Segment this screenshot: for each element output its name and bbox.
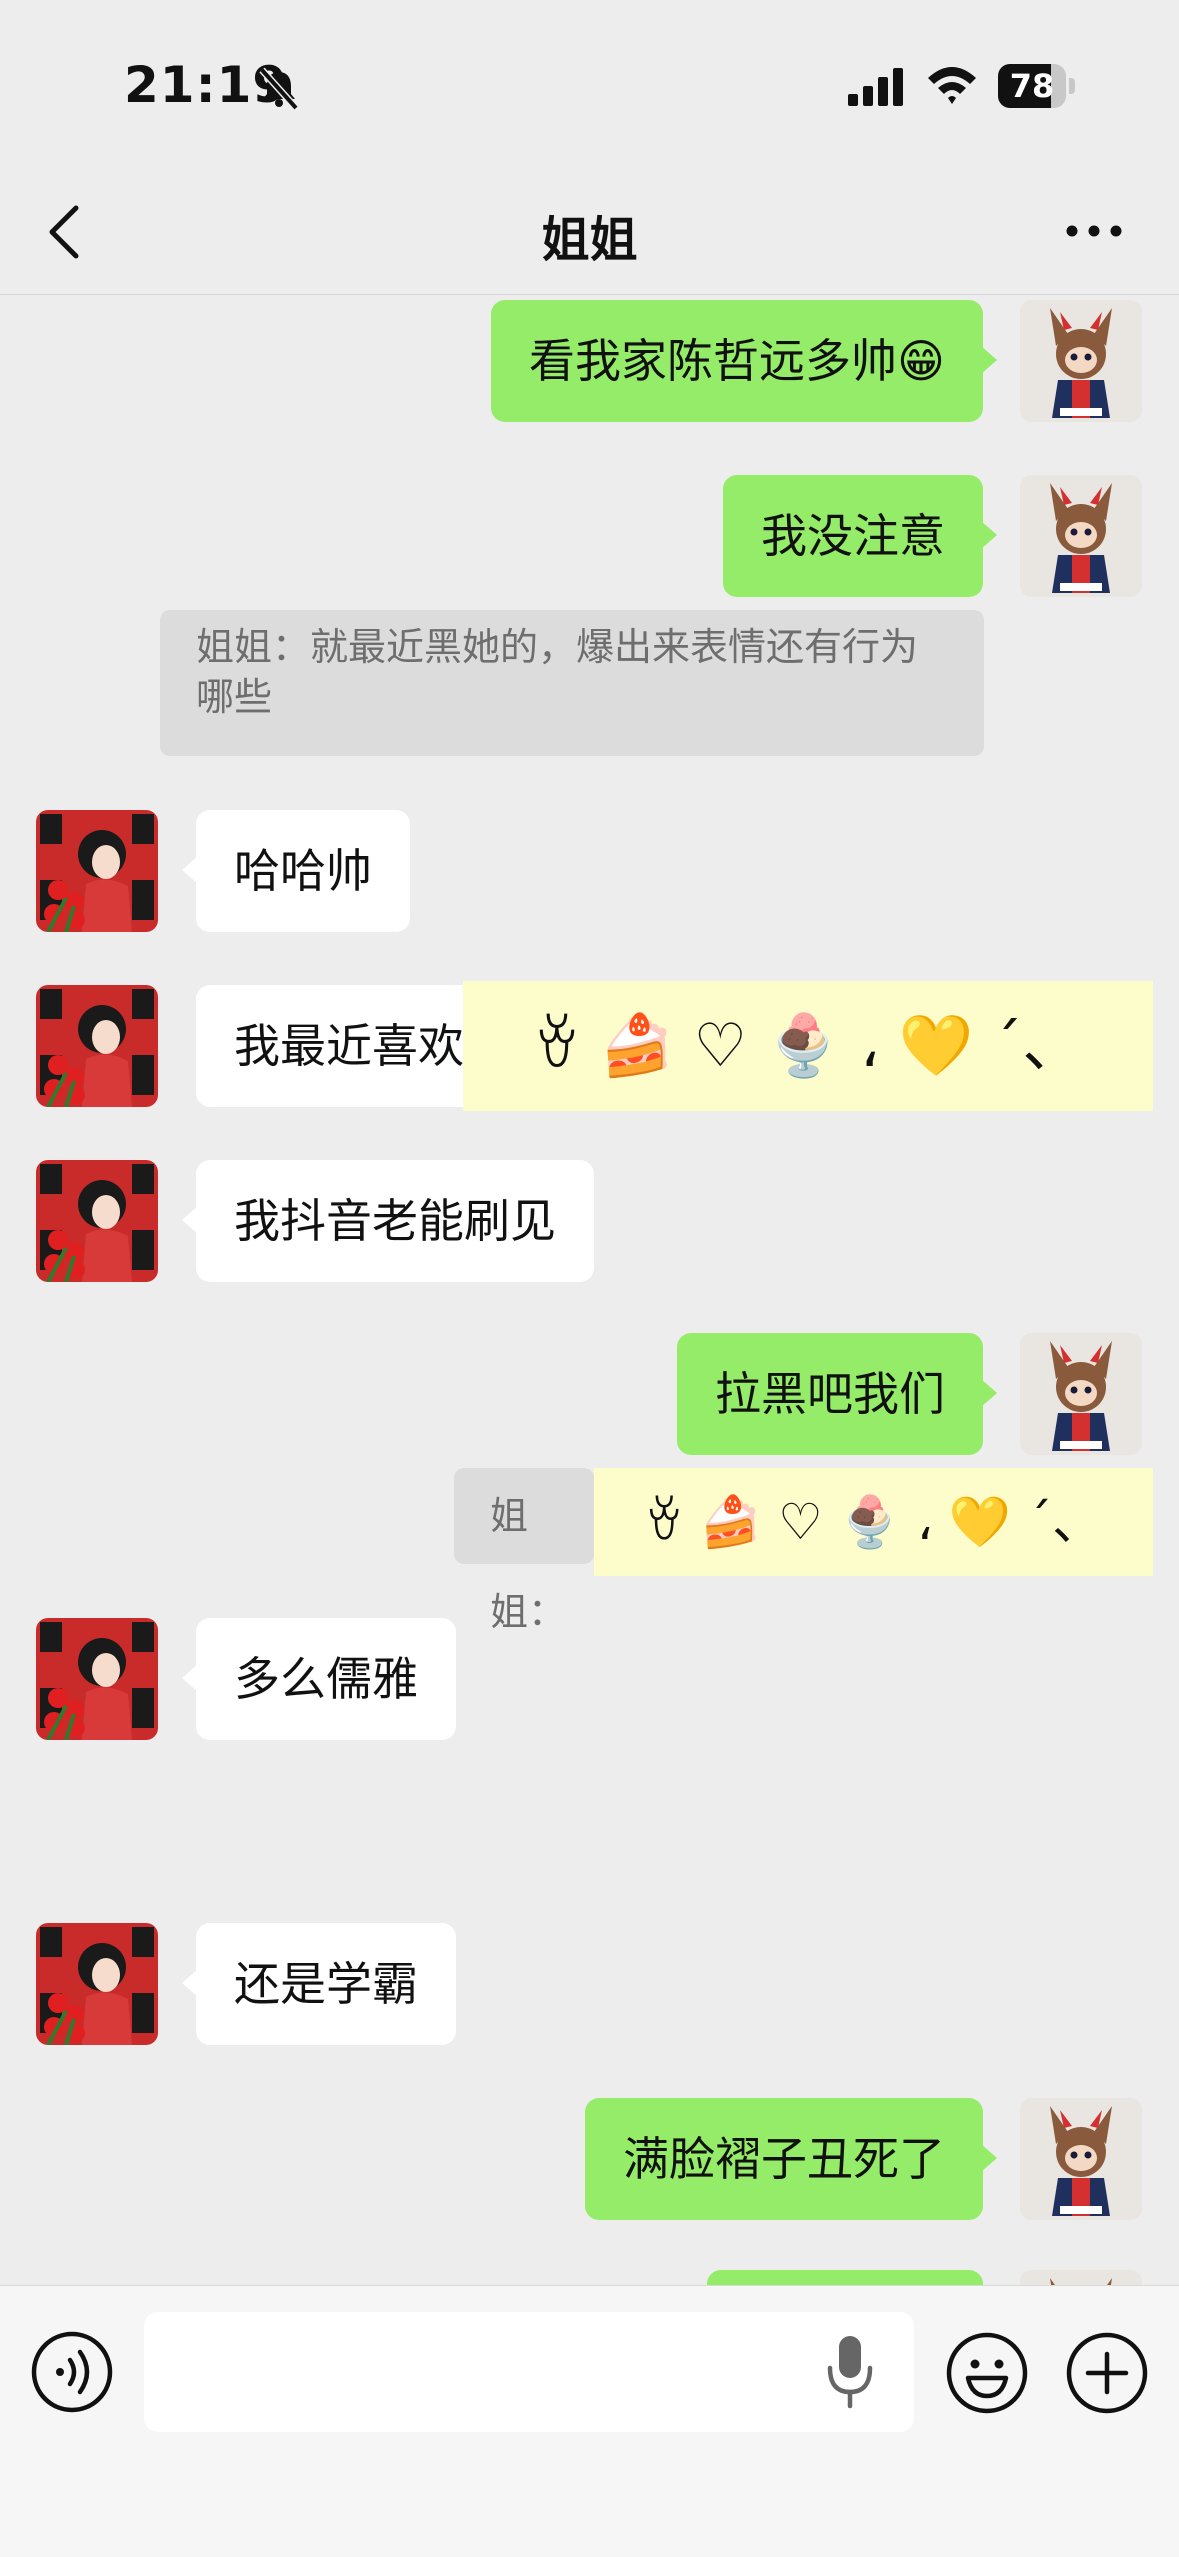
chat-header: 姐姐	[0, 170, 1179, 295]
chat-title: 姐姐	[541, 212, 638, 268]
my-avatar[interactable]	[1020, 2270, 1142, 2285]
plus-icon[interactable]	[1064, 2330, 1150, 2416]
quoted-reply[interactable]: 姐姐：就最近黑她的，爆出来表情还有行为哪些	[160, 610, 984, 756]
message-bubble-received[interactable]: 我最近喜欢	[196, 985, 486, 1107]
my-avatar[interactable]	[1020, 1333, 1142, 1455]
contact-avatar[interactable]	[36, 985, 158, 1107]
message-input[interactable]	[144, 2312, 914, 2432]
more-icon[interactable]	[1064, 218, 1124, 244]
sticker-overlay[interactable]: ꈊ 🍰 ♡ 🍨 ، 💛 ˊ、	[463, 981, 1153, 1111]
message-bubble-sent-partial[interactable]	[707, 2270, 983, 2285]
contact-avatar[interactable]	[36, 1160, 158, 1282]
message-bubble-received[interactable]: 多么儒雅	[182, 1618, 456, 1740]
message-bubble-received[interactable]: 还是学霸	[182, 1923, 456, 2045]
contact-avatar[interactable]	[36, 810, 158, 932]
message-bubble-sent[interactable]: 满脸褶子丑死了	[585, 2098, 997, 2220]
input-bar	[0, 2285, 1179, 2557]
my-avatar[interactable]	[1020, 475, 1142, 597]
message-bubble-received[interactable]: 哈哈帅	[182, 810, 410, 932]
mic-icon[interactable]	[822, 2330, 878, 2414]
battery-level: 78	[1009, 67, 1055, 105]
contact-avatar[interactable]	[36, 1923, 158, 2045]
battery-indicator: 78	[998, 64, 1076, 108]
wifi-icon	[928, 67, 976, 104]
message-bubble-sent[interactable]: 我没注意	[723, 475, 997, 597]
my-avatar[interactable]	[1020, 300, 1142, 422]
my-avatar[interactable]	[1020, 2098, 1142, 2220]
message-list[interactable]: 看我家陈哲远多帅😁 我没注意 姐姐：就最近黑她的，爆出来表情还有行为哪些 哈哈帅…	[0, 295, 1179, 2285]
message-bubble-sent[interactable]: 拉黑吧我们	[677, 1333, 997, 1455]
voice-icon[interactable]	[30, 2330, 114, 2414]
message-bubble-sent[interactable]: 看我家陈哲远多帅😁	[491, 300, 997, 422]
contact-avatar[interactable]	[36, 1618, 158, 1740]
sticker-overlay[interactable]: ꈊ 🍰 ♡ 🍨 ، 💛 ˊ、	[594, 1468, 1153, 1576]
status-bar: 21:19 78	[0, 0, 1179, 170]
emoji-icon[interactable]	[944, 2330, 1030, 2416]
message-bubble-received[interactable]: 我抖音老能刷见	[182, 1160, 594, 1282]
bell-muted-icon	[259, 67, 299, 111]
cellular-signal-icon	[848, 68, 903, 106]
quoted-reply[interactable]: 姐姐：	[454, 1468, 594, 1634]
